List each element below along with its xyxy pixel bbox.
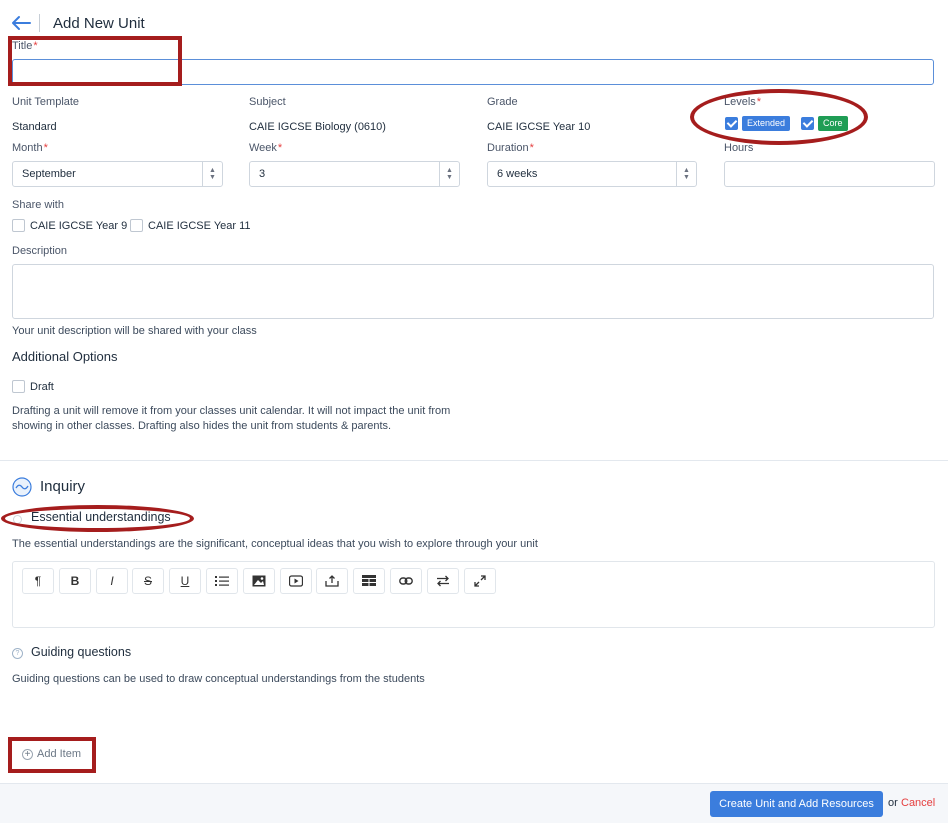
chevron-updown-icon: ▲ ▼ xyxy=(676,162,696,186)
table-button[interactable] xyxy=(353,568,385,594)
image-button[interactable] xyxy=(243,568,275,594)
video-button[interactable] xyxy=(280,568,312,594)
month-label: Month* xyxy=(12,142,48,154)
additional-options-heading: Additional Options xyxy=(12,349,118,364)
share-year11-checkbox[interactable] xyxy=(130,219,143,232)
duration-label: Duration* xyxy=(487,142,534,154)
share-with-label: Share with xyxy=(12,199,64,211)
cancel-link[interactable]: Cancel xyxy=(901,797,935,809)
underline-button[interactable]: U xyxy=(169,568,201,594)
bold-icon: B xyxy=(70,574,80,588)
or-text: or xyxy=(888,797,898,809)
header-divider xyxy=(39,14,40,32)
section-divider xyxy=(0,460,948,461)
paragraph-button[interactable]: ¶ xyxy=(22,568,54,594)
embed-icon xyxy=(325,575,339,587)
link-icon xyxy=(399,577,413,585)
guiding-questions-title: Guiding questions xyxy=(31,645,132,659)
create-unit-button[interactable]: Create Unit and Add Resources xyxy=(710,791,883,817)
draft-help-line2: showing in other classes. Drafting also … xyxy=(12,420,392,432)
expand-icon xyxy=(474,575,486,587)
arrow-left-icon xyxy=(12,16,31,30)
annotation-box-add-item xyxy=(8,737,96,773)
week-select[interactable]: 3 ▲ ▼ xyxy=(249,161,460,187)
link-button[interactable] xyxy=(390,568,422,594)
annotation-oval-essential xyxy=(1,505,194,532)
duration-select-value: 6 weeks xyxy=(497,168,538,180)
draft-help-line1: Drafting a unit will remove it from your… xyxy=(12,405,451,417)
paragraph-icon: ¶ xyxy=(34,574,42,588)
back-button[interactable] xyxy=(10,14,32,32)
swap-icon xyxy=(437,575,449,587)
share-year9-label: CAIE IGCSE Year 9 xyxy=(30,220,128,232)
chevron-updown-icon: ▲ ▼ xyxy=(202,162,222,186)
subject-value: CAIE IGCSE Biology (0610) xyxy=(249,121,386,133)
subject-label: Subject xyxy=(249,96,286,108)
hours-input[interactable] xyxy=(724,161,935,187)
draft-checkbox[interactable] xyxy=(12,380,25,393)
image-icon xyxy=(252,575,266,587)
italic-button[interactable]: I xyxy=(96,568,128,594)
description-help: Your unit description will be shared wit… xyxy=(12,325,257,337)
share-year9-checkbox[interactable] xyxy=(12,219,25,232)
guiding-questions-help: Guiding questions can be used to draw co… xyxy=(12,673,425,685)
inquiry-icon xyxy=(12,477,32,497)
list-button[interactable] xyxy=(206,568,238,594)
share-year11-label: CAIE IGCSE Year 11 xyxy=(148,220,251,232)
essential-understandings-help: The essential understandings are the sig… xyxy=(12,538,538,550)
expand-button[interactable] xyxy=(464,568,496,594)
help-circle-icon: ? xyxy=(12,648,23,659)
draft-label: Draft xyxy=(30,381,54,393)
grade-label: Grade xyxy=(487,96,518,108)
hours-label: Hours xyxy=(724,142,754,154)
chevron-updown-icon: ▲ ▼ xyxy=(439,162,459,186)
grade-value: CAIE IGCSE Year 10 xyxy=(487,121,591,133)
duration-select[interactable]: 6 weeks ▲ ▼ xyxy=(487,161,697,187)
description-label: Description xyxy=(12,245,68,257)
annotation-oval-levels xyxy=(690,89,868,145)
list-icon xyxy=(215,576,229,586)
video-icon xyxy=(289,575,303,587)
table-icon xyxy=(362,575,376,586)
unit-template-label: Unit Template xyxy=(12,96,80,108)
embed-button[interactable] xyxy=(316,568,348,594)
swap-button[interactable] xyxy=(427,568,459,594)
month-select-value: September xyxy=(22,168,76,180)
bold-button[interactable]: B xyxy=(59,568,91,594)
month-select[interactable]: September ▲ ▼ xyxy=(12,161,223,187)
italic-icon: I xyxy=(110,574,114,588)
inquiry-heading: Inquiry xyxy=(40,478,86,495)
week-select-value: 3 xyxy=(259,168,266,180)
page-title: Add New Unit xyxy=(53,15,145,32)
annotation-box-title xyxy=(8,36,182,86)
strikethrough-button[interactable]: S xyxy=(132,568,164,594)
underline-icon: U xyxy=(180,574,190,588)
week-label: Week* xyxy=(249,142,283,154)
unit-template-value: Standard xyxy=(12,121,57,133)
description-textarea[interactable] xyxy=(12,264,934,319)
strikethrough-icon: S xyxy=(143,574,152,588)
